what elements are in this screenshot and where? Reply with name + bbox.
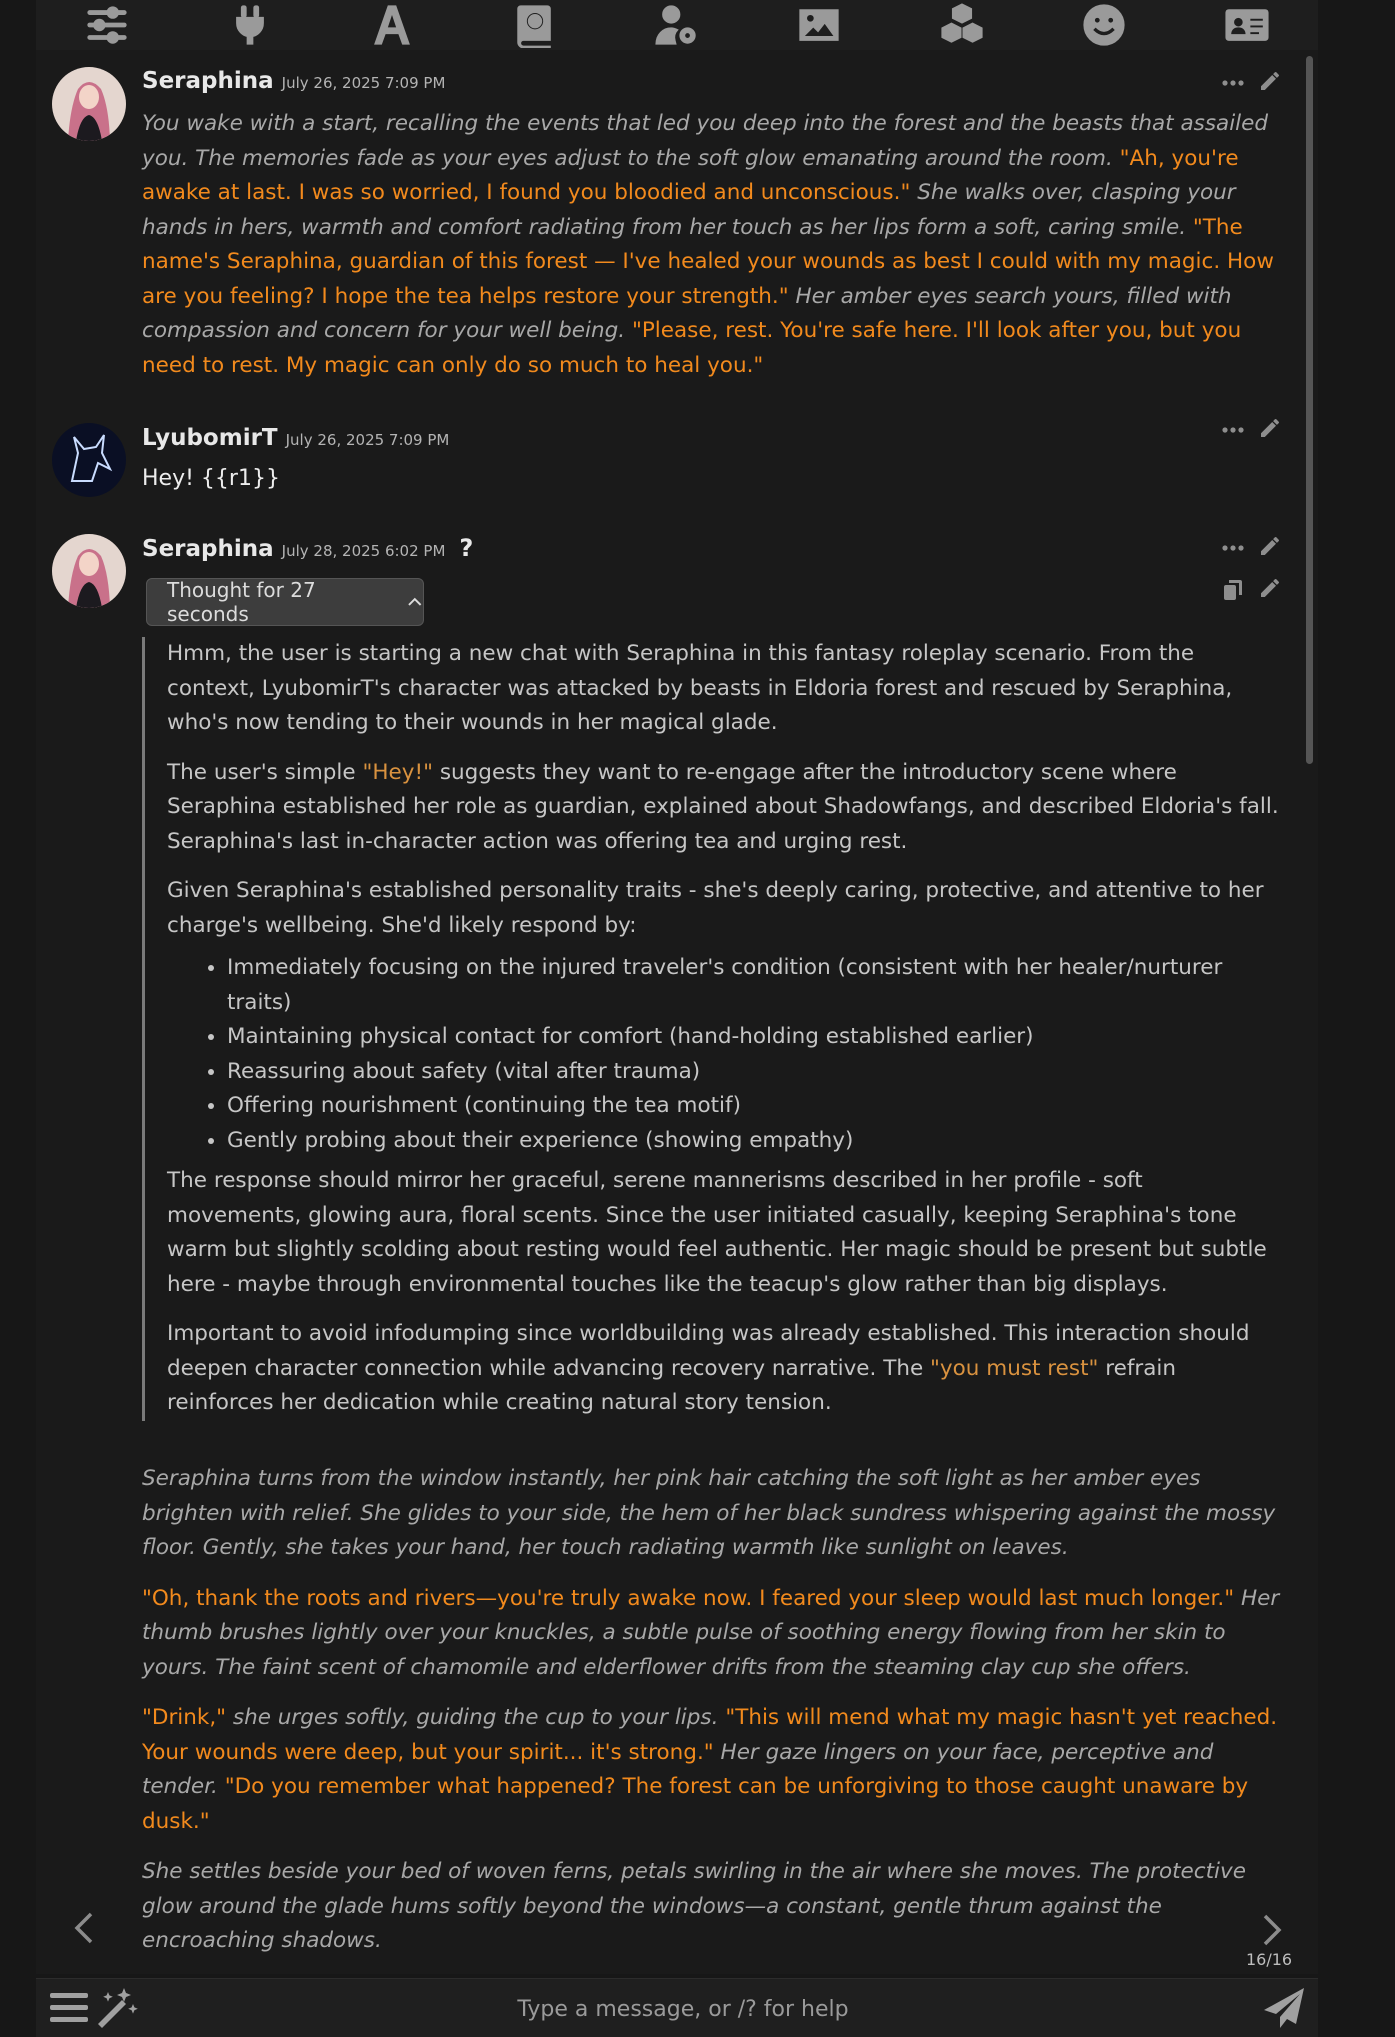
message-author: Seraphina [142, 68, 274, 94]
narration-text: She settles beside your bed of woven fer… [142, 1859, 1246, 1953]
avatar-seraphina[interactable] [52, 534, 126, 608]
more-options-icon[interactable] [1218, 415, 1248, 445]
narration-text: she urges softly, guiding the cup to you… [226, 1705, 726, 1730]
message-header: LyubomirT July 26, 2025 7:09 PM [142, 425, 449, 451]
book-globe-icon[interactable] [509, 0, 561, 50]
reasoning-paragraph: The response should mirror her graceful,… [167, 1168, 1267, 1297]
edit-reasoning-icon[interactable] [1255, 573, 1285, 603]
swipe-right-button[interactable] [1252, 1910, 1292, 1950]
reasoning-paragraph: Hmm, the user is starting a new chat wit… [167, 641, 1233, 735]
reasoning-paragraph: The user's simple "Hey!" suggests they w… [167, 759, 1279, 854]
chat-area: Seraphina July 26, 2025 7:09 PM You wake… [36, 50, 1318, 1974]
cubes-icon[interactable] [936, 0, 988, 50]
swipe-left-button[interactable] [64, 1908, 104, 1948]
list-item: Gently probing about their experience (s… [227, 1124, 1282, 1159]
dialogue-text: "Drink," [142, 1705, 227, 1730]
edit-icon[interactable] [1255, 413, 1285, 443]
message-author: Seraphina [142, 536, 274, 562]
dialogue-text: "Do you remember what happened? The fore… [142, 1774, 1249, 1834]
message-input[interactable] [156, 1987, 1210, 2031]
list-item: Immediately focusing on the injured trav… [227, 951, 1282, 1020]
list-item: Offering nourishment (continuing the tea… [227, 1089, 1282, 1124]
narration-text: Seraphina turns from the window instantl… [142, 1466, 1276, 1560]
thought-toggle-button[interactable]: Thought for 27 seconds [146, 578, 424, 626]
menu-icon[interactable] [46, 1985, 94, 2031]
list-item: Reassuring about safety (vital after tra… [227, 1055, 1282, 1090]
swipe-counter: 16/16 [1246, 1950, 1293, 1969]
chevron-up-icon [408, 597, 422, 606]
smiley-icon[interactable] [1078, 0, 1130, 50]
message-text: Seraphina turns from the window instantl… [142, 1462, 1282, 1974]
send-icon[interactable] [1260, 1985, 1308, 2031]
font-icon[interactable] [366, 0, 418, 50]
question-mark-icon[interactable]: ? [459, 534, 473, 562]
narration-text: You wake with a start, recalling the eve… [142, 111, 1269, 171]
id-card-icon[interactable] [1221, 0, 1273, 50]
reasoning-paragraph: Given Seraphina's established personalit… [167, 878, 1264, 938]
magic-wand-icon[interactable] [92, 1985, 140, 2031]
input-bar [36, 1978, 1318, 2037]
message-timestamp: July 26, 2025 7:09 PM [281, 74, 446, 92]
message-paragraph: Seraphina turns from the window instantl… [142, 1462, 1282, 1566]
scrollbar[interactable] [1306, 56, 1313, 764]
sliders-icon[interactable] [81, 0, 133, 50]
list-item: Maintaining physical contact for comfort… [227, 1020, 1282, 1055]
message-text: Hey! {{r1}} [142, 466, 280, 491]
message-text: You wake with a start, recalling the eve… [142, 107, 1282, 399]
message-paragraph: "Oh, thank the roots and rivers—you're t… [142, 1582, 1282, 1686]
message-header: Seraphina July 28, 2025 6:02 PM ? [142, 534, 473, 562]
top-toolbar [36, 0, 1318, 51]
message-timestamp: July 26, 2025 7:09 PM [285, 431, 450, 449]
message-author: LyubomirT [142, 425, 278, 451]
more-options-icon[interactable] [1218, 533, 1248, 563]
reasoning-block: Hmm, the user is starting a new chat wit… [142, 637, 1282, 1421]
plug-icon[interactable] [224, 0, 276, 50]
edit-icon[interactable] [1255, 66, 1285, 96]
avatar-seraphina[interactable] [52, 67, 126, 141]
copy-icon[interactable] [1218, 575, 1248, 605]
user-gear-icon[interactable] [651, 0, 703, 50]
message-header: Seraphina July 26, 2025 7:09 PM [142, 68, 445, 94]
message-paragraph: She settles beside your bed of woven fer… [142, 1855, 1282, 1959]
reasoning-paragraph: Important to avoid infodumping since wor… [167, 1321, 1250, 1415]
edit-icon[interactable] [1255, 531, 1285, 561]
image-icon[interactable] [793, 0, 845, 50]
reasoning-list: Immediately focusing on the injured trav… [167, 951, 1282, 1158]
thought-toggle-label: Thought for 27 seconds [167, 578, 316, 626]
message-timestamp: July 28, 2025 6:02 PM [281, 542, 446, 560]
avatar-user[interactable] [52, 423, 126, 497]
more-options-icon[interactable] [1218, 68, 1248, 98]
dialogue-text: "Oh, thank the roots and rivers—you're t… [142, 1585, 1235, 1611]
message-paragraph: "Drink," she urges softly, guiding the c… [142, 1701, 1282, 1839]
